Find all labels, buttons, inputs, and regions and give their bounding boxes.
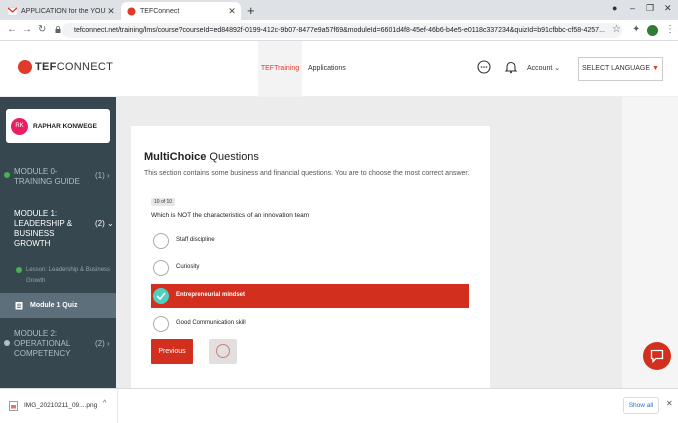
window-close-icon[interactable]: ✕ [664, 3, 672, 14]
language-label: SELECT LANGUAGE [582, 65, 650, 72]
close-tab-icon[interactable]: ✕ [106, 6, 116, 17]
checkmark-icon [156, 292, 166, 300]
download-file-name: IMG_20210211_09....png [24, 402, 98, 409]
tab-title: APPLICATION for the YOUTH EN [21, 7, 106, 15]
heading-rest: Questions [206, 151, 259, 163]
module-count: (2) [95, 219, 105, 228]
account-label: Account [527, 65, 553, 72]
radio-button-selected[interactable] [153, 288, 169, 304]
show-all-button[interactable]: Show all [623, 397, 659, 414]
extensions-puzzle-icon[interactable]: ✦ [632, 24, 640, 35]
chat-icon [650, 349, 664, 363]
course-sidebar: RK RAPHAR KONWEGE MODULE 0- TRAINING GUI… [0, 97, 116, 388]
heading-bold: MultiChoice [144, 151, 207, 163]
option-label: Curiosity [176, 264, 200, 270]
sidebar-quiz-item[interactable]: Module 1 Quiz [0, 293, 116, 318]
close-icon[interactable]: ✕ [666, 399, 673, 408]
address-bar[interactable]: tefconnect.net/training/lms/course?cours… [62, 23, 622, 38]
option-label: Entrepreneurial mindset [176, 292, 246, 298]
image-file-icon [9, 401, 18, 411]
browser-menu-icon[interactable]: ⋮ [665, 24, 675, 35]
tefconnect-favicon-icon [127, 6, 136, 16]
module-count: (1) [95, 171, 105, 180]
loading-spinner-icon [216, 344, 230, 358]
chevron-up-icon[interactable]: ^ [103, 400, 106, 407]
radio-button[interactable] [153, 260, 169, 276]
brand-bold: TEF [35, 61, 57, 73]
close-tab-icon[interactable]: ✕ [227, 6, 237, 17]
chat-bubble-icon[interactable] [477, 60, 491, 74]
quiz-label: Module 1 Quiz [30, 302, 78, 309]
account-menu[interactable]: Account ⌄ [527, 64, 560, 72]
user-card[interactable]: RK RAPHAR KONWEGE [6, 109, 110, 143]
extension-icon[interactable]: ● [612, 3, 617, 13]
user-name: RAPHAR KONWEGE [33, 122, 97, 130]
quiz-description: This section contains some business and … [144, 170, 470, 177]
question-text: Which is NOT the characteristics of an i… [151, 212, 310, 219]
completed-check-icon [4, 172, 10, 178]
profile-icon[interactable] [647, 25, 658, 36]
completed-check-icon [16, 267, 22, 273]
browser-toolbar: ← → ↻ tefconnect.net/training/lms/course… [0, 20, 678, 41]
sidebar-lesson-item[interactable]: Lesson: Leadership & Business Growth [14, 265, 112, 287]
triangle-down-icon: ▼ [652, 65, 659, 72]
nav-tef-training[interactable]: TEFTraining [258, 41, 302, 97]
quiz-heading: MultiChoice Questions [144, 151, 259, 163]
question-progress-badge: 10 of 10 [151, 198, 176, 206]
select-language-button[interactable]: SELECT LANGUAGE ▼ [578, 57, 663, 81]
browser-tab-strip: APPLICATION for the YOUTH EN ✕ TEFConnec… [0, 0, 678, 20]
module-title: MODULE 0- TRAINING GUIDE [14, 167, 80, 186]
answer-option-2[interactable]: Curiosity [151, 256, 469, 280]
answer-option-3[interactable]: Entrepreneurial mindset [151, 284, 469, 308]
nav-applications[interactable]: Applications [308, 41, 346, 97]
chevron-right-icon: › [107, 171, 110, 180]
tefconnect-logo[interactable]: TEFCONNECT [18, 60, 113, 74]
option-label: Staff discipline [176, 237, 215, 243]
answer-option-4[interactable]: Good Communication skill [151, 312, 469, 336]
new-tab-button[interactable]: + [247, 3, 255, 18]
option-label: Good Communication skill [176, 320, 246, 326]
module-title: MODULE 2: OPERATIONAL COMPETENCY [14, 329, 71, 358]
site-header: TEFCONNECT TEFTraining Applications Acco… [0, 41, 678, 97]
module-count: (2) [95, 339, 105, 348]
radio-button[interactable] [153, 233, 169, 249]
answer-option-1[interactable]: Staff discipline [151, 229, 469, 253]
bookmark-star-icon[interactable]: ☆ [612, 24, 621, 35]
lock-icon [55, 26, 61, 33]
browser-tab-application[interactable]: APPLICATION for the YOUTH EN ✕ [2, 2, 120, 20]
download-item[interactable]: IMG_20210211_09....png ^ [0, 389, 118, 423]
chevron-down-icon: ⌄ [107, 219, 114, 228]
avatar: RK [11, 117, 28, 135]
next-loading-button[interactable] [209, 339, 237, 364]
browser-tab-tefconnect[interactable]: TEFConnect ✕ [121, 2, 241, 20]
logo-mark-icon [18, 60, 32, 74]
gmail-icon [8, 6, 17, 15]
minimize-icon[interactable]: – [630, 3, 635, 13]
download-bar: IMG_20210211_09....png ^ Show all ✕ [0, 388, 678, 423]
lesson-title: Lesson: Leadership & Business Growth [26, 267, 111, 284]
module-title: MODULE 1: LEADERSHIP & BUSINESS GROWTH [14, 209, 73, 248]
restore-icon[interactable]: ❐ [646, 3, 654, 14]
chevron-down-icon: ⌄ [554, 65, 561, 72]
chevron-right-icon: › [107, 339, 110, 348]
tab-title: TEFConnect [140, 7, 180, 15]
clipboard-icon [15, 302, 23, 310]
live-chat-button[interactable] [643, 342, 671, 370]
radio-button[interactable] [153, 316, 169, 332]
previous-button[interactable]: Previous [151, 339, 193, 364]
back-icon[interactable]: ← [7, 24, 17, 35]
module-status-icon [4, 340, 10, 346]
reload-icon[interactable]: ↻ [38, 24, 46, 35]
forward-icon[interactable]: → [22, 24, 32, 35]
notification-bell-icon[interactable] [504, 60, 518, 74]
brand-rest: CONNECT [56, 61, 114, 73]
screen: APPLICATION for the YOUTH EN ✕ TEFConnec… [0, 0, 678, 423]
